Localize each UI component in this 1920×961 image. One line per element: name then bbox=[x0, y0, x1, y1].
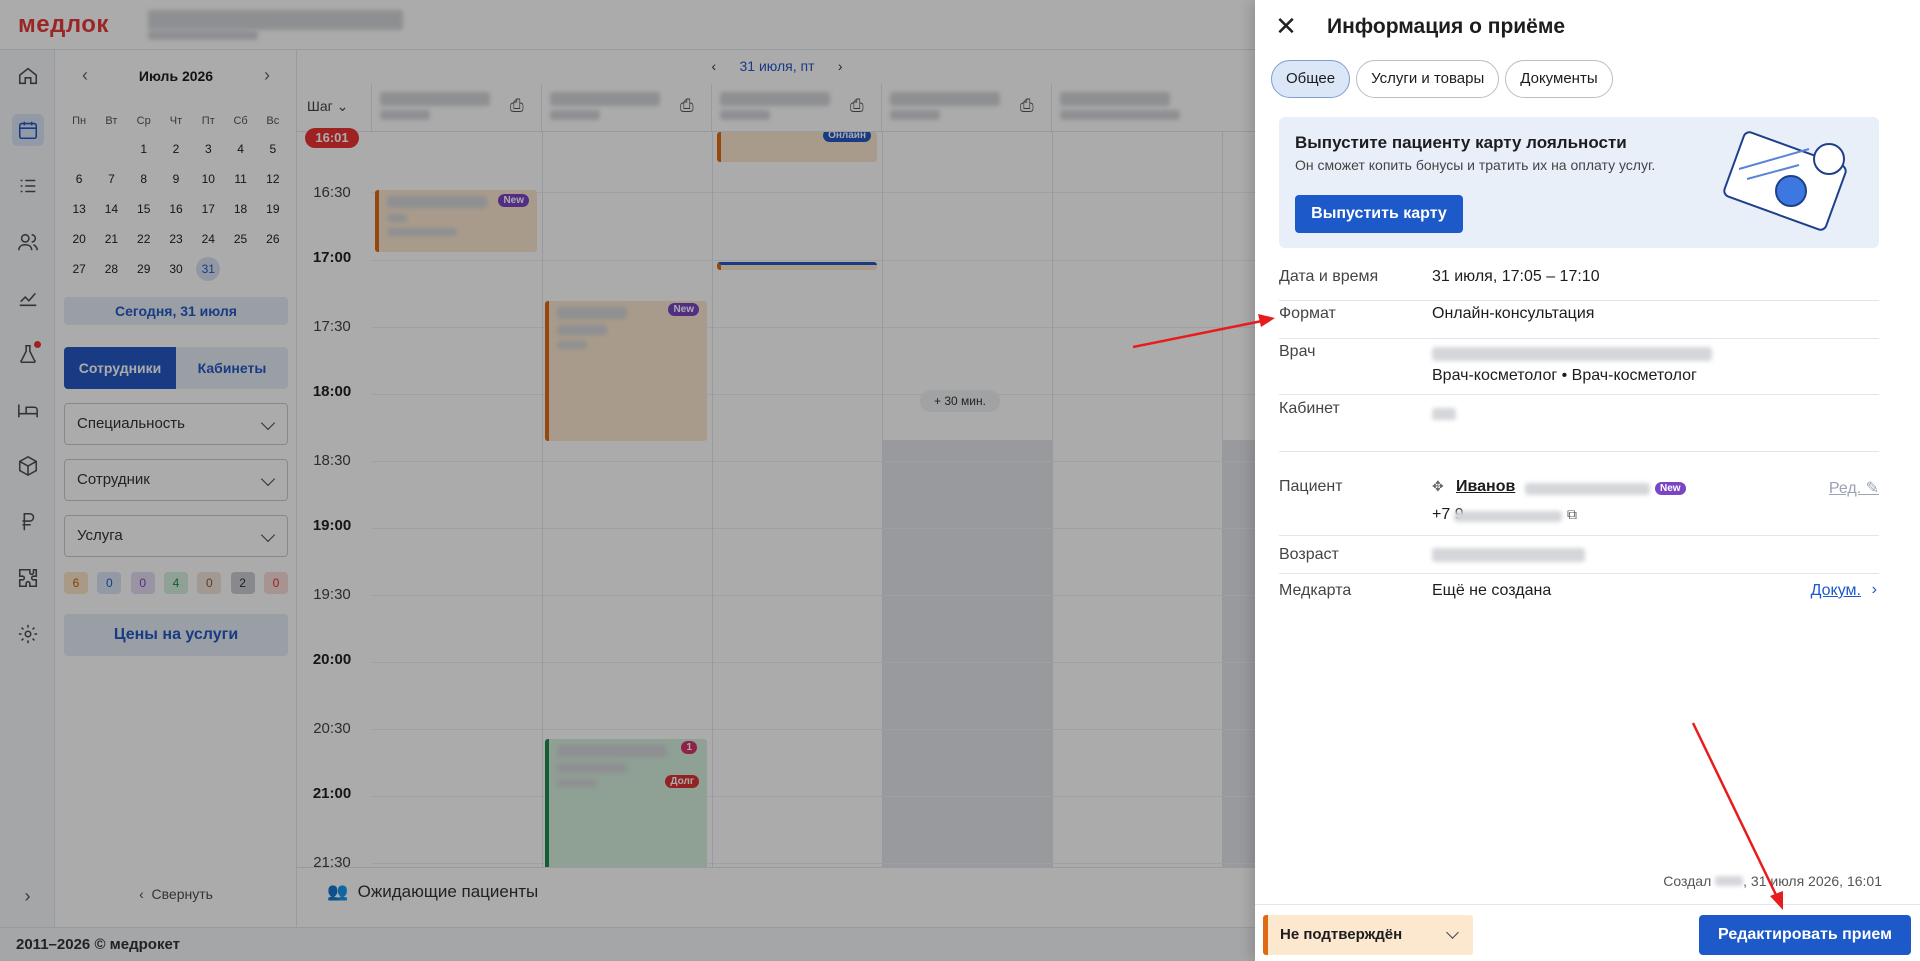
annotation-arrows bbox=[1132, 314, 1783, 910]
